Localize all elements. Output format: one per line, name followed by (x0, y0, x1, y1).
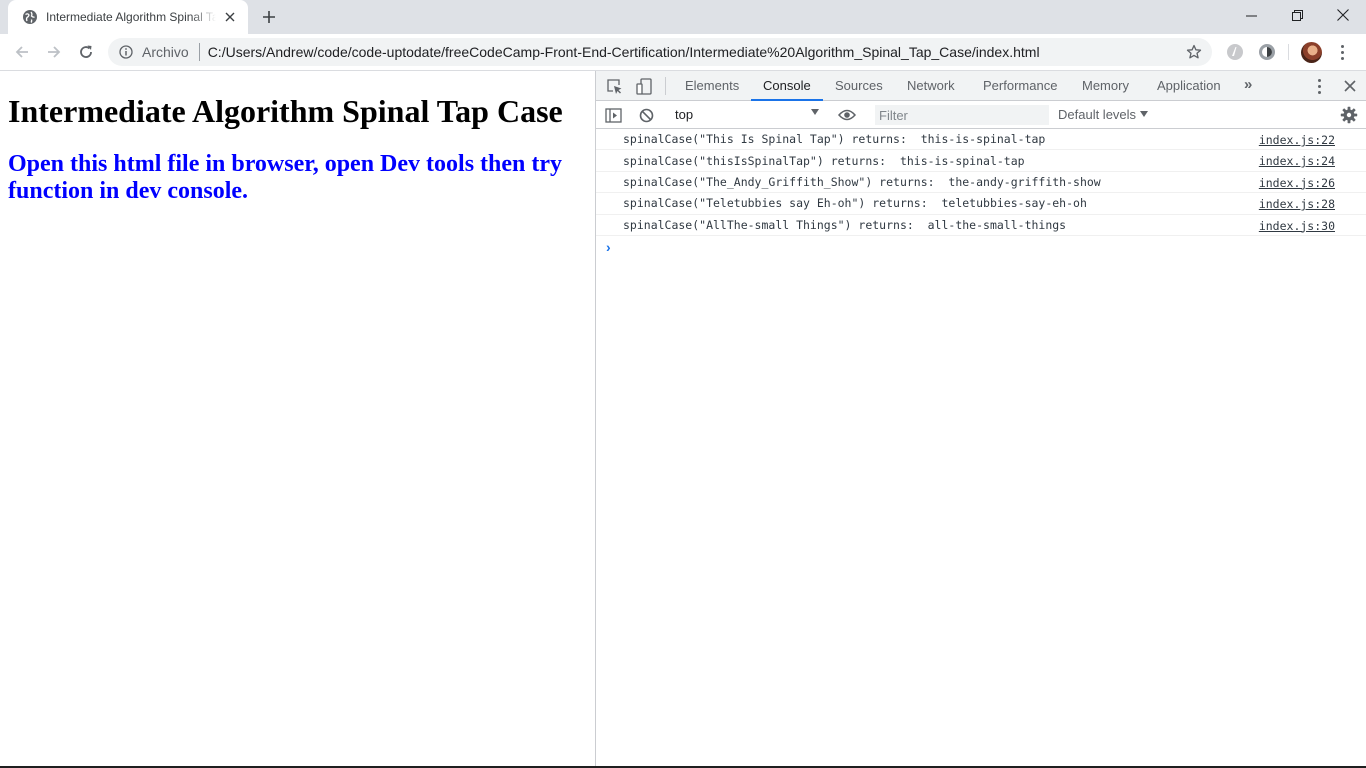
tab-memory[interactable]: Memory (1082, 71, 1129, 101)
security-label[interactable]: Archivo (142, 44, 189, 60)
devtools-close-button[interactable] (1340, 76, 1360, 96)
log-message: spinalCase("AllThe-small Things") return… (623, 217, 1067, 232)
log-source-link[interactable]: index.js:26 (1259, 176, 1335, 190)
toolbar-divider (1288, 44, 1289, 60)
back-button[interactable] (10, 40, 34, 64)
minimize-icon (1245, 15, 1257, 16)
menu-dot (1317, 78, 1321, 82)
url-text[interactable]: C:/Users/Andrew/code/code-uptodate/freeC… (208, 44, 1180, 60)
menu-dot (1340, 50, 1344, 54)
arrow-left-icon (15, 46, 28, 58)
info-icon[interactable] (118, 44, 134, 60)
dark-mode-extension-icon[interactable] (1257, 42, 1277, 62)
tab-application[interactable]: Application (1157, 71, 1221, 101)
close-icon[interactable] (222, 9, 238, 25)
console-prompt[interactable]: › (596, 236, 1366, 258)
restore-icon (1291, 9, 1303, 21)
log-levels-label: Default levels (1058, 107, 1137, 122)
chevron-down-icon (811, 109, 819, 115)
chevron-down-icon (1140, 111, 1149, 117)
inspect-element-icon[interactable] (604, 76, 624, 96)
console-log-line: spinalCase("Teletubbies say Eh-oh") retu… (596, 193, 1366, 215)
address-divider (198, 43, 200, 61)
chrome-menu-button[interactable] (1336, 42, 1348, 62)
sidebar-toggle-icon[interactable] (603, 105, 623, 125)
menu-dot (1317, 90, 1321, 94)
tab-performance[interactable]: Performance (983, 71, 1057, 101)
log-levels-dropdown[interactable]: Default levels (1058, 107, 1149, 122)
devtools-divider (665, 77, 666, 95)
log-source-link[interactable]: index.js:22 (1259, 133, 1335, 147)
console-log-line: spinalCase("AllThe-small Things") return… (596, 215, 1366, 236)
tab-sources[interactable]: Sources (835, 71, 883, 101)
log-message: spinalCase("Teletubbies say Eh-oh") retu… (623, 196, 1087, 211)
page-title: Intermediate Algorithm Spinal Tap Case (8, 93, 563, 129)
log-message: spinalCase("The_Andy_Griffith_Show") ret… (623, 174, 1101, 189)
more-tabs-icon[interactable]: » (1244, 76, 1252, 93)
filter-input[interactable] (875, 105, 1049, 125)
log-message: spinalCase("This Is Spinal Tap") returns… (623, 132, 1046, 147)
extension-icon[interactable] (1225, 42, 1245, 62)
eye-icon[interactable] (837, 105, 857, 125)
menu-dot (1317, 84, 1321, 88)
devtools-menu-button[interactable] (1317, 78, 1321, 94)
log-message: spinalCase("thisIsSpinalTap") returns: t… (623, 153, 1025, 168)
avatar[interactable] (1301, 42, 1322, 63)
console-output: spinalCase("This Is Spinal Tap") returns… (596, 129, 1366, 258)
tab-elements[interactable]: Elements (685, 71, 739, 101)
star-icon[interactable] (1180, 40, 1208, 64)
console-log-line: spinalCase("The_Andy_Griffith_Show") ret… (596, 172, 1366, 194)
globe-icon (23, 10, 37, 24)
context-selector[interactable]: top (675, 107, 819, 124)
gear-icon[interactable] (1339, 105, 1359, 125)
window-close-button[interactable] (1320, 0, 1366, 30)
reload-icon (80, 45, 92, 58)
address-bar[interactable]: Archivo C:/Users/Andrew/code/code-uptoda… (108, 38, 1212, 66)
console-toolbar: top Default levels (596, 101, 1366, 129)
clear-console-icon[interactable] (636, 105, 656, 125)
devtools-panel: Elements Console Sources Network Perform… (595, 71, 1366, 766)
log-source-link[interactable]: index.js:24 (1259, 154, 1335, 168)
devtools-tabbar: Elements Console Sources Network Perform… (596, 71, 1366, 101)
context-value: top (675, 107, 694, 122)
arrow-right-icon (48, 46, 61, 58)
console-log-line: spinalCase("This Is Spinal Tap") returns… (596, 129, 1366, 151)
minimize-button[interactable] (1228, 0, 1274, 30)
page-viewport: Intermediate Algorithm Spinal Tap Case O… (0, 71, 595, 766)
log-source-link[interactable]: index.js:28 (1259, 197, 1335, 211)
tab-strip: Intermediate Algorithm Spinal Tap Case (0, 0, 1366, 34)
browser-toolbar: Archivo C:/Users/Andrew/code/code-uptoda… (0, 34, 1366, 71)
tab-network[interactable]: Network (907, 71, 955, 101)
close-icon (1344, 80, 1356, 92)
tab-title: Intermediate Algorithm Spinal Tap Case (46, 10, 216, 24)
page-subtitle: Open this html file in browser, open Dev… (8, 151, 563, 204)
plus-icon (263, 11, 275, 23)
prompt-chevron-icon: › (606, 238, 611, 255)
console-log-line: spinalCase("thisIsSpinalTap") returns: t… (596, 150, 1366, 172)
restore-button[interactable] (1274, 0, 1320, 30)
close-icon (1337, 9, 1349, 21)
tab-console[interactable]: Console (751, 71, 823, 101)
forward-button[interactable] (42, 40, 66, 64)
log-source-link[interactable]: index.js:30 (1259, 219, 1335, 233)
menu-dot (1340, 44, 1344, 48)
browser-tab[interactable]: Intermediate Algorithm Spinal Tap Case (8, 0, 248, 34)
new-tab-button[interactable] (258, 7, 280, 27)
menu-dot (1340, 56, 1344, 60)
device-toolbar-icon[interactable] (634, 76, 654, 96)
reload-button[interactable] (74, 40, 98, 64)
